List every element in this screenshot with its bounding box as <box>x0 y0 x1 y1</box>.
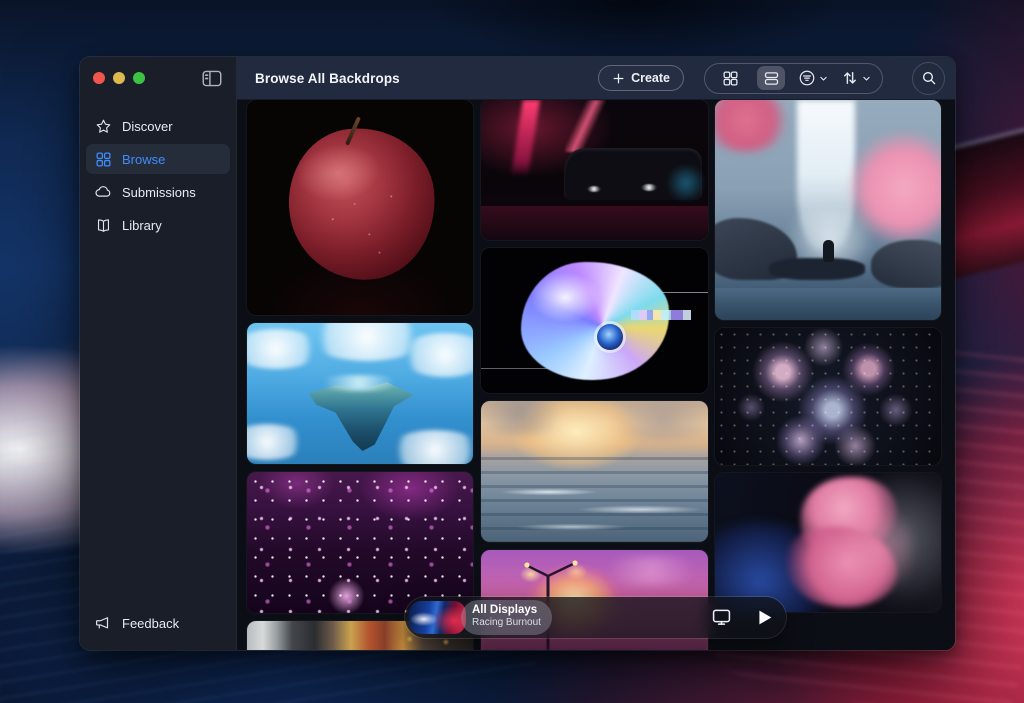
filter-icon <box>798 69 816 87</box>
backdrop-grid <box>237 100 955 650</box>
create-button[interactable]: Create <box>598 65 684 91</box>
sidebar-item-label: Submissions <box>122 185 196 200</box>
cloud <box>387 430 473 464</box>
backdrop-card-purple-particles[interactable] <box>247 472 473 613</box>
sidebar-item-label: Browse <box>122 152 165 167</box>
wallpaper-info-pill: All Displays Racing Burnout <box>461 600 552 635</box>
create-button-label: Create <box>631 71 670 85</box>
cloud <box>481 401 575 435</box>
backdrop-card-pink-ink-smoke[interactable] <box>715 473 941 612</box>
glitch-pixels <box>631 310 691 320</box>
feedback-label: Feedback <box>122 616 179 631</box>
sidebar-item-browse[interactable]: Browse <box>86 144 230 174</box>
current-wallpaper-thumbnail[interactable] <box>409 601 466 634</box>
neon-light <box>511 100 540 176</box>
sidebar-item-discover[interactable]: Discover <box>86 111 230 141</box>
sitting-figure <box>823 240 834 262</box>
sidebar-item-library[interactable]: Library <box>86 210 230 240</box>
page-title: Browse All Backdrops <box>255 71 400 86</box>
book-icon <box>94 216 112 234</box>
rock-ledge <box>769 258 865 280</box>
wallpaper-player-bar: All Displays Racing Burnout <box>405 597 786 638</box>
titlebar: Browse All Backdrops Create <box>237 57 955 100</box>
neon-light <box>565 100 611 152</box>
search-button[interactable] <box>912 62 945 95</box>
island-glow <box>309 375 409 391</box>
cherry-blossom <box>715 100 791 152</box>
megaphone-icon <box>94 614 112 632</box>
backdrop-card-neon-night-car[interactable] <box>481 100 708 240</box>
minimize-button[interactable] <box>113 72 125 84</box>
close-button[interactable] <box>93 72 105 84</box>
sidebar-item-label: Discover <box>122 119 173 134</box>
filter-menu-button[interactable] <box>798 69 828 87</box>
zoom-button[interactable] <box>133 72 145 84</box>
backdrop-card-ocean-sunset[interactable] <box>481 401 708 542</box>
view-options-group <box>704 63 883 94</box>
grid-view-button[interactable] <box>716 66 744 90</box>
sidebar-toggle-icon[interactable] <box>201 69 223 88</box>
teal-glow <box>664 166 708 200</box>
backdrop-card-wet-red-apple[interactable] <box>247 100 473 315</box>
star-icon <box>94 117 112 135</box>
cloud <box>247 424 307 460</box>
list-view-icon <box>763 70 780 87</box>
rocks <box>871 240 941 288</box>
dark-silhouette <box>481 636 708 650</box>
headlight <box>641 184 657 191</box>
sidebar: Discover Browse <box>80 57 237 650</box>
search-icon <box>921 70 937 86</box>
glass-eye <box>597 324 623 350</box>
cloud <box>598 401 708 441</box>
display-target-label: All Displays <box>472 603 541 617</box>
sidebar-item-submissions[interactable]: Submissions <box>86 177 230 207</box>
plus-icon <box>612 72 625 85</box>
floor-reflection <box>481 206 708 240</box>
sidebar-nav: Discover Browse <box>86 111 230 243</box>
list-view-button[interactable] <box>757 66 785 90</box>
backdrop-card-blossom-waterfall[interactable] <box>715 100 941 320</box>
grid-view-icon <box>722 70 739 87</box>
apple-droplets <box>289 128 435 280</box>
chevron-down-icon <box>862 74 871 83</box>
grid-squares-icon <box>94 150 112 168</box>
app-window: Discover Browse <box>80 57 955 650</box>
cloud <box>399 333 473 377</box>
backdrop-card-floating-island[interactable] <box>247 323 473 464</box>
display-icon[interactable] <box>711 607 733 628</box>
pink-smoke <box>843 499 913 599</box>
sort-arrows-icon <box>841 69 859 87</box>
backdrop-card-iridescent-glass[interactable] <box>481 248 708 393</box>
sidebar-item-label: Library <box>122 218 162 233</box>
traffic-lights <box>93 72 145 84</box>
glass-blob <box>521 262 669 380</box>
backdrop-card-dark-kaleidoscope[interactable] <box>715 328 941 465</box>
cloud-icon <box>94 183 112 201</box>
sort-menu-button[interactable] <box>841 69 871 87</box>
water-pool <box>715 288 941 320</box>
sidebar-item-feedback[interactable]: Feedback <box>94 614 179 632</box>
play-button[interactable] <box>753 606 775 629</box>
chevron-down-icon <box>819 74 828 83</box>
toolbar-controls: Create <box>598 62 945 95</box>
foam <box>481 471 708 541</box>
headlight <box>587 186 601 192</box>
wallpaper-name-label: Racing Burnout <box>472 617 541 629</box>
